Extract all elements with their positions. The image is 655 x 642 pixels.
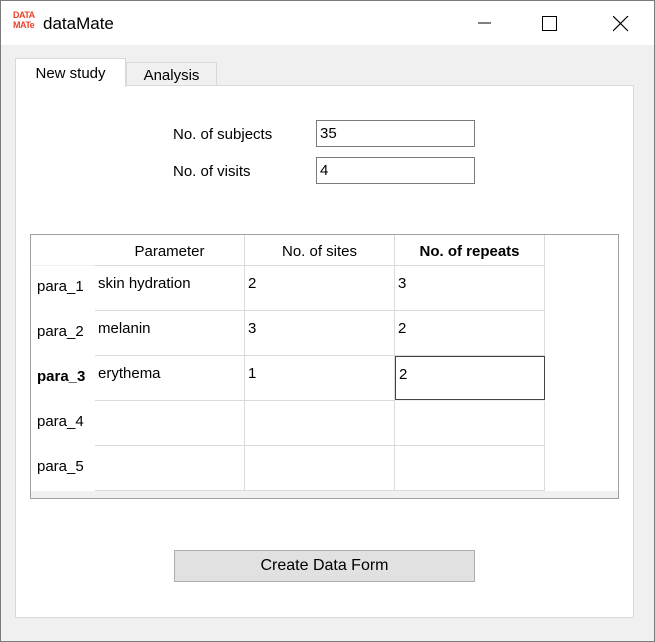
row-header-para-4[interactable]: para_4 xyxy=(31,401,95,446)
logo-line-1: DATA xyxy=(13,10,35,20)
column-header-repeats[interactable]: No. of repeats xyxy=(395,235,545,266)
minimize-icon xyxy=(478,22,491,24)
cell-sites[interactable]: 2 xyxy=(245,266,395,311)
grid-corner xyxy=(31,235,95,265)
maximize-button[interactable] xyxy=(526,1,572,45)
cell-repeats-selected[interactable]: 2 xyxy=(395,356,545,400)
cell-parameter[interactable]: skin hydration xyxy=(95,266,245,311)
cell-parameter[interactable] xyxy=(95,446,245,491)
logo-line-2: MATe xyxy=(13,20,35,30)
row-header-para-5[interactable]: para_5 xyxy=(31,446,95,491)
parameter-grid[interactable]: Parameter No. of sites No. of repeats pa… xyxy=(30,234,619,499)
cell-sites[interactable]: 1 xyxy=(245,356,395,401)
minimize-button[interactable] xyxy=(462,1,508,45)
maximize-icon xyxy=(542,16,557,31)
column-header-sites[interactable]: No. of sites xyxy=(245,235,395,266)
cell-parameter[interactable]: erythema xyxy=(95,356,245,401)
create-data-form-button[interactable]: Create Data Form xyxy=(174,550,475,582)
column-header-parameter[interactable]: Parameter xyxy=(95,235,245,266)
tab-new-study[interactable]: New study xyxy=(15,58,126,87)
cell-repeats[interactable]: 3 xyxy=(395,266,545,311)
cell-sites[interactable] xyxy=(245,446,395,491)
visits-input[interactable]: 4 xyxy=(316,157,475,184)
cell-sites[interactable] xyxy=(245,401,395,446)
title-bar[interactable]: DATA MATe dataMate xyxy=(1,1,654,45)
row-header-para-2[interactable]: para_2 xyxy=(31,311,95,356)
close-icon xyxy=(613,16,629,32)
cell-sites[interactable]: 3 xyxy=(245,311,395,356)
row-header-para-1[interactable]: para_1 xyxy=(31,266,95,311)
subjects-label: No. of subjects xyxy=(173,126,273,143)
cell-repeats[interactable] xyxy=(395,446,545,491)
visits-label: No. of visits xyxy=(173,163,251,180)
subjects-input[interactable]: 35 xyxy=(316,120,475,147)
cell-repeats[interactable]: 2 xyxy=(395,311,545,356)
tab-analysis[interactable]: Analysis xyxy=(126,62,217,86)
grid-empty-area xyxy=(545,235,618,491)
close-button[interactable] xyxy=(597,1,643,45)
cell-repeats[interactable] xyxy=(395,401,545,446)
row-header-para-3[interactable]: para_3 xyxy=(31,356,95,401)
cell-parameter[interactable] xyxy=(95,401,245,446)
app-title: dataMate xyxy=(43,14,114,33)
app-window: DATA MATe dataMate New study Analysis No… xyxy=(0,0,655,642)
cell-parameter[interactable]: melanin xyxy=(95,311,245,356)
app-logo: DATA MATe xyxy=(13,10,37,34)
